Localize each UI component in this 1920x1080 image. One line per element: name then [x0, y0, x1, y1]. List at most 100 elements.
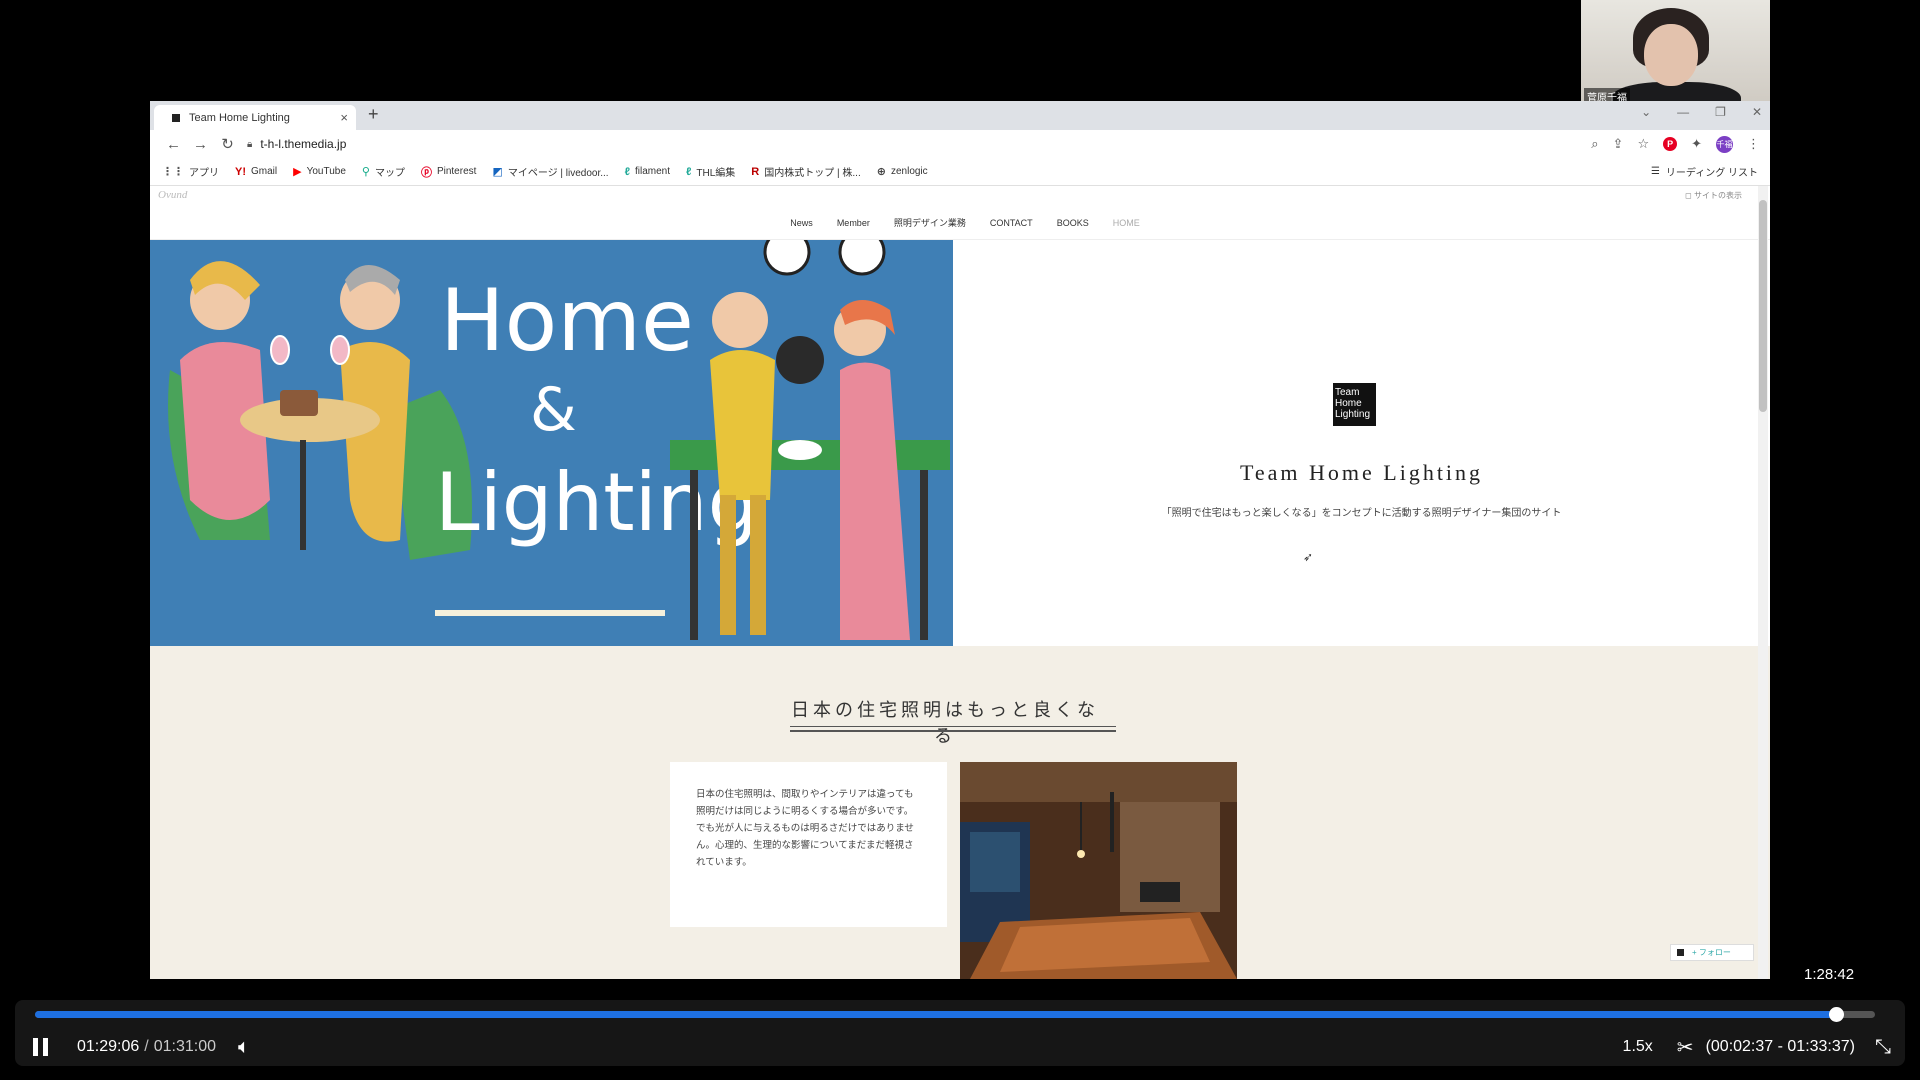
profile-avatar[interactable]: 千福: [1716, 135, 1733, 153]
bookmark-rakuten[interactable]: R 国内株式トップ | 株...: [751, 164, 861, 180]
nav-books[interactable]: BOOKS: [1057, 218, 1089, 228]
browser-toolbar: ← → ↻ 🔒︎ t-h-l.themedia.jp ⌕ ⇪ ☆ P ✦ 千福 …: [150, 130, 1770, 158]
bookmark-pinterest[interactable]: ⓟ Pinterest: [421, 164, 476, 180]
bookmark-maps[interactable]: ⚲ マップ: [362, 164, 405, 179]
window-restore-icon[interactable]: ❐: [1715, 105, 1726, 119]
hero-illustration: Home & Lighting: [150, 228, 953, 646]
browser-window: Team Home Lighting × + ⌄ — ❐ ✕ ← → ↻ 🔒︎ …: [150, 101, 1770, 979]
section-title-underline: [790, 730, 1116, 732]
time-separator: /: [144, 1038, 149, 1055]
screen: 菅原千福 Team Home Lighting × + ⌄ — ❐ ✕ ← → …: [0, 0, 1920, 1080]
reading-list-button[interactable]: ☰ リーディング リスト: [1651, 164, 1758, 179]
tab-title: Team Home Lighting: [189, 111, 290, 124]
nav-member[interactable]: Member: [837, 218, 870, 228]
bookmark-label: 国内株式トップ | 株...: [764, 168, 861, 179]
hero-art-home: Home: [440, 271, 694, 371]
page-scrollbar-thumb[interactable]: [1759, 200, 1767, 412]
address-bar[interactable]: 🔒︎ t-h-l.themedia.jp: [247, 137, 1591, 151]
back-icon[interactable]: ←: [160, 136, 187, 153]
reload-icon[interactable]: ↻: [214, 135, 241, 153]
video-controls: 01:29:06/01:31:00 🔈︎ 1.5x ✂ (00:02:37 - …: [15, 1000, 1905, 1066]
site-small-logo[interactable]: Ovund: [158, 189, 187, 201]
bookmark-label: zenlogic: [890, 166, 928, 177]
section-title-underline: [790, 726, 1116, 727]
follow-button[interactable]: + フォロー: [1670, 944, 1754, 961]
bookmark-label: THL編集: [696, 168, 736, 179]
forward-icon[interactable]: →: [187, 136, 214, 153]
rakuten-icon: R: [751, 165, 760, 178]
bookmark-label: Pinterest: [436, 166, 477, 177]
pause-icon[interactable]: [33, 1038, 53, 1056]
clip-scissors-icon[interactable]: ✂: [1677, 1035, 1694, 1060]
site-view-label: サイトの表示: [1694, 191, 1742, 200]
bookmark-gmail[interactable]: Y! Gmail: [235, 166, 277, 178]
apps-grid-icon: ⋮⋮: [162, 166, 184, 178]
volume-icon[interactable]: 🔈︎: [238, 1036, 250, 1059]
yahoo-mail-icon: Y!: [235, 165, 246, 178]
new-tab-button[interactable]: +: [368, 104, 379, 125]
control-row: 01:29:06/01:31:00 🔈︎ 1.5x ✂ (00:02:37 - …: [15, 1028, 1905, 1066]
presenter-face: [1644, 24, 1698, 86]
extensions-puzzle-icon[interactable]: ✦: [1691, 136, 1702, 152]
nav-news[interactable]: News: [790, 218, 813, 228]
tab-close-icon[interactable]: ×: [340, 110, 348, 125]
current-time: 01:29:06: [77, 1038, 140, 1055]
intro-section: 日本の住宅照明はもっと良くなる 日本の住宅照明は、間取りやインテリアは違っても照…: [150, 646, 1770, 979]
share-icon[interactable]: ⇪: [1613, 136, 1624, 152]
time-display: 01:29:06/01:31:00: [77, 1038, 216, 1056]
zoom-icon[interactable]: ⌕: [1591, 136, 1598, 152]
window-dropdown-icon[interactable]: ⌄: [1641, 105, 1651, 119]
bookmark-label: マイページ | livedoor...: [507, 168, 609, 179]
pinterest-extension-icon[interactable]: P: [1663, 137, 1678, 151]
progress-handle[interactable]: [1829, 1007, 1845, 1022]
nav-home[interactable]: HOME: [1113, 218, 1140, 228]
brand-subtitle: 「照明で住宅はもっと楽しくなる」をコンセプトに活動する照明デザイナー集団のサイト: [1161, 508, 1562, 519]
clip-range: (00:02:37 - 01:33:37): [1705, 1038, 1855, 1055]
brand-logo-line: Lighting: [1335, 409, 1371, 420]
playback-speed[interactable]: 1.5x: [1623, 1038, 1653, 1056]
exit-fullscreen-icon[interactable]: ⤡: [1875, 1036, 1891, 1059]
bookmark-label: マップ: [374, 168, 405, 179]
url-text: t-h-l.themedia.jp: [260, 137, 347, 151]
thl-icon: ℓ: [686, 165, 692, 178]
bookmark-youtube[interactable]: ▶ YouTube: [293, 165, 346, 178]
interior-photo-art: [960, 762, 1237, 979]
intro-text-card: 日本の住宅照明は、間取りやインテリアは違っても照明だけは同じように明るくする場合…: [670, 762, 947, 927]
youtube-icon: ▶: [293, 166, 302, 178]
hero-section: Home & Lighting Team Home Lighting Team …: [150, 228, 1770, 646]
hero-brand-panel: Team Home Lighting Team Home Lighting 「照…: [953, 240, 1770, 646]
globe-icon: ⊕: [876, 166, 886, 178]
nav-lighting-design[interactable]: 照明デザイン業務: [894, 216, 966, 229]
hero-illustration-art: Home & Lighting: [150, 228, 953, 646]
window-close-icon[interactable]: ✕: [1752, 105, 1762, 119]
brand-title: Team Home Lighting: [1239, 460, 1484, 485]
browser-tab[interactable]: Team Home Lighting ×: [154, 105, 356, 130]
mouse-cursor-icon: ➶: [1303, 550, 1314, 564]
bookmark-zenlogic[interactable]: ⊕ zenlogic: [877, 165, 928, 178]
bookmark-label: YouTube: [306, 166, 346, 177]
browser-menu-icon[interactable]: ⋮: [1747, 136, 1760, 152]
seek-hover-time: 1:28:42: [1804, 966, 1855, 983]
bookmark-label: アプリ: [189, 168, 219, 179]
window-minimize-icon[interactable]: —: [1677, 105, 1689, 119]
bookmark-livedoor[interactable]: ◩ マイページ | livedoor...: [492, 164, 608, 179]
section-title: 日本の住宅照明はもっと良くなる: [791, 700, 1099, 746]
tab-bar: Team Home Lighting × + ⌄ — ❐ ✕: [150, 101, 1770, 130]
maps-pin-icon: ⚲: [361, 166, 370, 178]
follow-logo-icon: [1677, 949, 1684, 956]
progress-fill: [35, 1011, 1837, 1018]
bookmark-star-icon[interactable]: ☆: [1637, 136, 1649, 152]
brand-logo-line: Home: [1335, 398, 1362, 409]
window-controls: ⌄ — ❐ ✕: [1641, 105, 1762, 119]
tab-favicon-icon: [172, 113, 180, 122]
brand-logo: Team Home Lighting: [1333, 383, 1376, 426]
site-view-toggle[interactable]: ◻ サイトの表示: [1685, 190, 1742, 201]
nav-contact[interactable]: CONTACT: [990, 218, 1033, 228]
bookmark-label: Gmail: [251, 166, 278, 177]
bookmark-apps[interactable]: ⋮⋮ アプリ: [162, 164, 219, 179]
bookmark-thl[interactable]: ℓ THL編集: [686, 164, 736, 180]
bookmark-filament[interactable]: ℓ filament: [625, 166, 670, 178]
site-top-strip: Ovund ◻ サイトの表示: [150, 186, 1770, 206]
bookmark-label: filament: [634, 166, 670, 177]
reading-list-icon: ☰: [1650, 166, 1660, 177]
